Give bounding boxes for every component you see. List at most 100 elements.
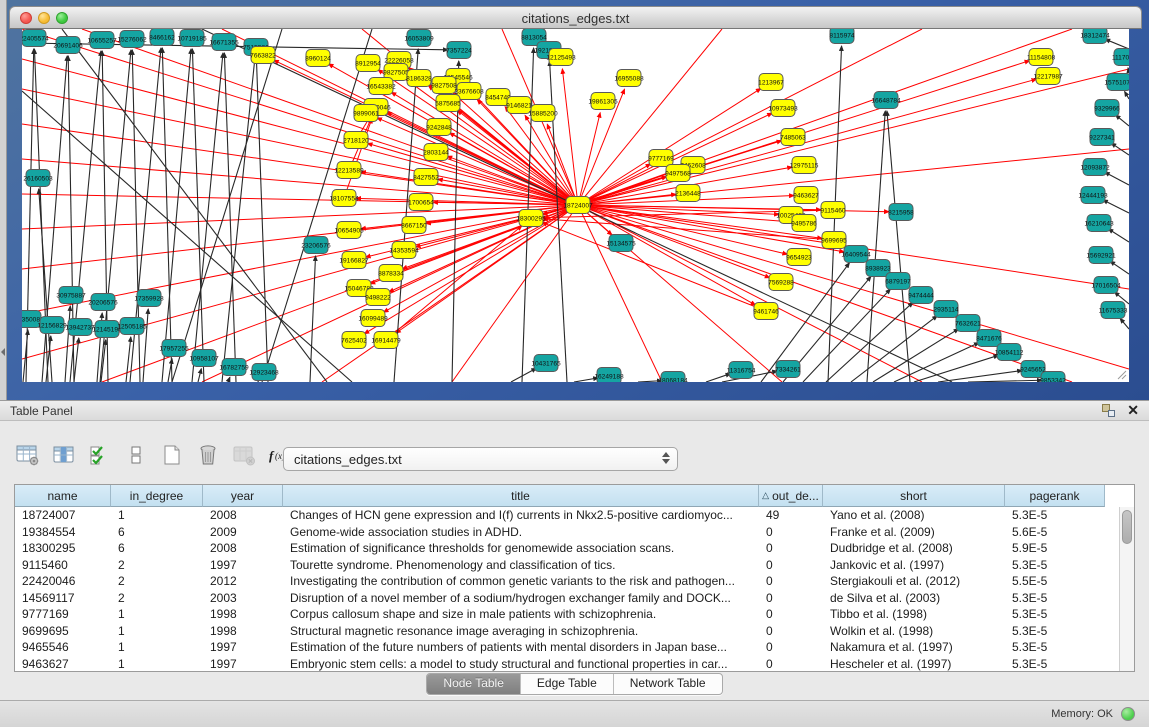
graph-node[interactable]: 14353594 (389, 242, 419, 259)
column-header-year[interactable]: year (203, 485, 283, 507)
graph-node[interactable]: 19166827 (339, 252, 369, 269)
graph-node[interactable]: 30975887 (56, 287, 86, 304)
graph-node[interactable]: 16914479 (371, 332, 401, 349)
graph-node[interactable]: 7632621 (955, 315, 981, 332)
graph-node[interactable]: 26160503 (23, 170, 53, 187)
graph-node[interactable]: 13942737 (65, 319, 95, 336)
graph-node[interactable]: 8115974 (829, 29, 855, 44)
graph-node[interactable]: 20691406 (53, 37, 83, 54)
split-pane-divider[interactable] (0, 0, 7, 400)
graph-node[interactable]: 18300295 (516, 210, 546, 227)
tab-node-table[interactable]: Node Table (427, 674, 521, 694)
resize-grip-icon[interactable] (1115, 368, 1127, 380)
graph-node[interactable]: 8427552 (413, 169, 439, 186)
graph-node[interactable]: 17359928 (134, 290, 164, 307)
graph-node[interactable]: 8471676 (976, 330, 1002, 347)
table-row[interactable]: 969969511998Structural magnetic resonanc… (15, 623, 1134, 640)
graph-node[interactable]: 16955088 (614, 70, 644, 87)
graph-node[interactable]: 12444193 (1078, 187, 1108, 204)
graph-node[interactable]: 16543382 (366, 78, 396, 95)
scrollbar-thumb[interactable] (1122, 510, 1132, 544)
graph-node[interactable]: 9497568 (665, 165, 691, 182)
table-row[interactable]: 946554611997Estimation of the future num… (15, 639, 1134, 656)
graph-node[interactable]: 2718120 (343, 132, 369, 149)
column-header-out_de[interactable]: △out_de... (759, 485, 823, 507)
graph-node[interactable]: 8466162 (149, 29, 175, 46)
graph-node[interactable]: 18312474 (1080, 29, 1110, 44)
memory-status-indicator[interactable] (1121, 707, 1135, 721)
graph-node[interactable]: 7625402 (341, 332, 367, 349)
graph-node[interactable]: 12156829 (37, 317, 67, 334)
graph-node[interactable]: 6879197 (885, 273, 911, 290)
graph-node[interactable]: 2935114 (933, 301, 959, 318)
graph-node[interactable]: 12975115 (790, 157, 819, 174)
graph-node[interactable]: 16648784 (871, 92, 901, 109)
graph-node[interactable]: 8215958 (888, 204, 914, 221)
graph-node[interactable]: 9227341 (1089, 129, 1115, 146)
column-header-pagerank[interactable]: pagerank (1005, 485, 1105, 507)
graph-node[interactable]: 12505185 (117, 318, 147, 335)
graph-node[interactable]: 22405574 (22, 30, 49, 47)
table-row[interactable]: 977716911998Corpus callosum shape and si… (15, 606, 1134, 623)
graph-node[interactable]: 9777169 (648, 150, 674, 167)
graph-node[interactable]: 16409544 (841, 246, 871, 263)
delete-table-button[interactable] (194, 444, 221, 471)
table-vertical-scrollbar[interactable] (1119, 507, 1134, 671)
graph-node[interactable]: 8186328 (406, 70, 432, 87)
table-row[interactable]: 911546021997Tourette syndrome. Phenomeno… (15, 557, 1134, 574)
graph-node[interactable]: 9654923 (786, 249, 812, 266)
graph-node[interactable]: 1700654 (408, 194, 434, 211)
graph-node[interactable]: 15885200 (528, 105, 558, 122)
graph-node[interactable]: 5875685 (435, 95, 461, 112)
graph-node[interactable]: 10431765 (531, 355, 561, 372)
graph-node[interactable]: 9495786 (791, 215, 817, 232)
graph-node[interactable]: 9498222 (365, 289, 391, 306)
graph-node[interactable]: 16210643 (1084, 215, 1114, 232)
graph-node[interactable]: 11170094 (1112, 49, 1129, 66)
tab-network-table[interactable]: Network Table (614, 674, 722, 694)
graph-node[interactable]: 2803144 (423, 144, 449, 161)
graph-node[interactable]: 19861305 (588, 93, 618, 110)
graph-node[interactable]: 10854112 (995, 344, 1024, 361)
graph-node[interactable]: 8667150 (401, 217, 427, 234)
graph-node[interactable]: 7334261 (775, 361, 801, 378)
table-row[interactable]: 1456911722003Disruption of a novel membe… (15, 590, 1134, 607)
column-header-name[interactable]: name (15, 485, 111, 507)
graph-node[interactable]: 15276062 (117, 31, 147, 48)
table-row[interactable]: 2242004622012Investigating the contribut… (15, 573, 1134, 590)
network-window-titlebar[interactable]: citations_edges.txt (9, 6, 1142, 29)
graph-node[interactable]: 7663822 (250, 47, 276, 64)
graph-node[interactable]: 16099489 (358, 310, 388, 327)
graph-node[interactable]: 8960124 (305, 50, 331, 67)
graph-node[interactable]: 12125493 (546, 49, 576, 66)
collapse-arrow-icon[interactable] (1, 348, 5, 356)
graph-node[interactable]: 10654905 (334, 222, 364, 239)
graph-node[interactable]: 20206576 (88, 294, 118, 311)
column-header-short[interactable]: short (823, 485, 1005, 507)
graph-node[interactable]: 12217987 (1033, 68, 1063, 85)
graph-node[interactable]: 9461746 (753, 303, 779, 320)
graph-node[interactable]: 10958107 (189, 350, 219, 367)
graph-node[interactable]: 15692921 (1086, 247, 1116, 264)
network-canvas[interactable]: 2240557420691406106552571527606284661621… (22, 29, 1129, 382)
table-row[interactable]: 946362711997Embryonic stem cells: a mode… (15, 656, 1134, 673)
graph-node[interactable]: 9899061 (353, 105, 379, 122)
graph-node[interactable]: 9699695 (821, 232, 847, 249)
graph-node[interactable]: 17016504 (1091, 277, 1121, 294)
table-row[interactable]: 1872400712008Changes of HCN gene express… (15, 507, 1134, 524)
graph-node[interactable]: 16053809 (404, 30, 434, 47)
table-selector-dropdown[interactable]: citations_edges.txt (283, 447, 678, 471)
graph-node[interactable]: 7485063 (780, 129, 806, 146)
graph-node[interactable]: 7357224 (446, 42, 472, 59)
graph-node[interactable]: 12213589 (334, 162, 364, 179)
table-row[interactable]: 1830029562008Estimation of significance … (15, 540, 1134, 557)
tab-edge-table[interactable]: Edge Table (521, 674, 614, 694)
graph-node[interactable]: 2136448 (675, 185, 701, 202)
table-options-button[interactable] (14, 444, 41, 471)
graph-node[interactable]: 7569288 (768, 274, 794, 291)
float-panel-icon[interactable] (1102, 404, 1115, 417)
graph-node[interactable]: 8912954 (355, 55, 381, 72)
graph-node[interactable]: 11154808 (1027, 49, 1056, 66)
select-rows-button[interactable] (86, 444, 113, 471)
show-columns-button[interactable] (50, 444, 77, 471)
